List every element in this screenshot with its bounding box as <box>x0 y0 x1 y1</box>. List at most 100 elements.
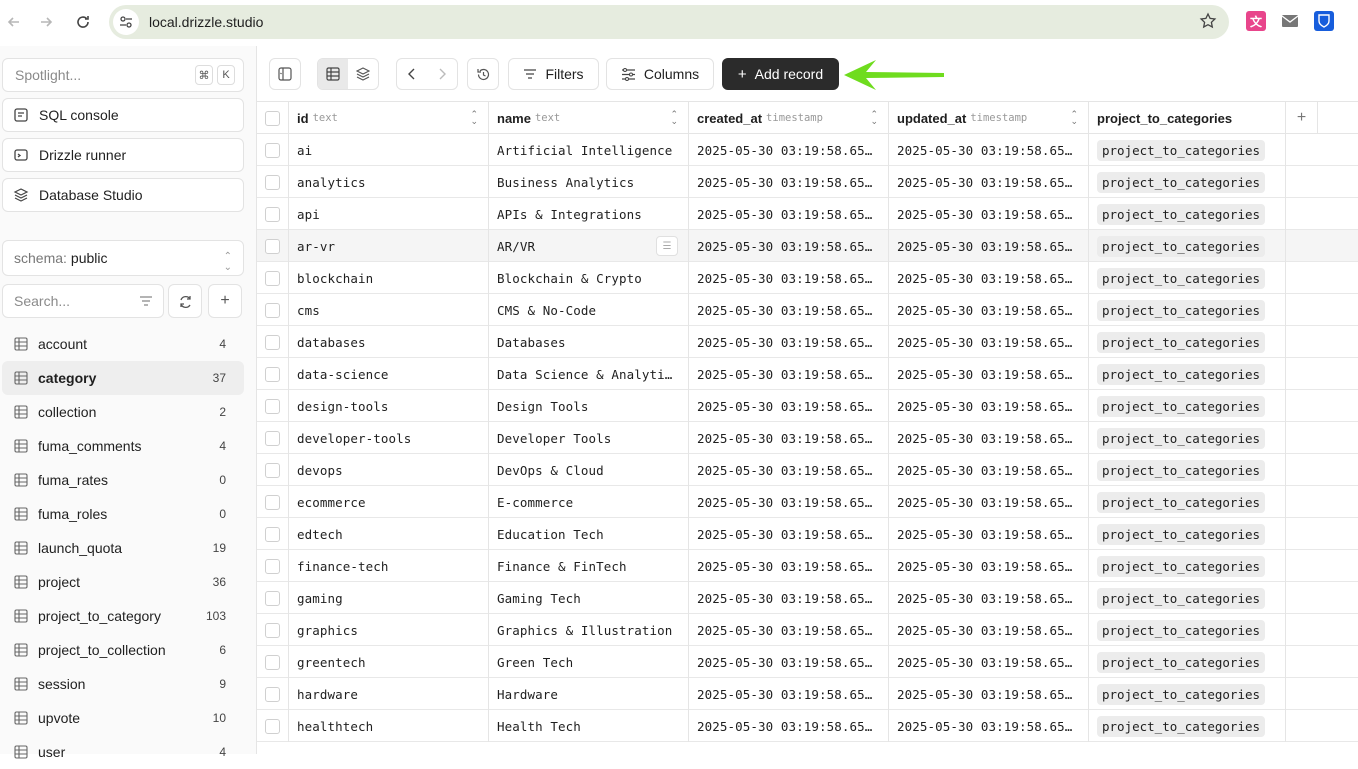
cell-project-to-categories[interactable]: project_to_categories <box>1089 614 1286 646</box>
bitwarden-extension-icon[interactable] <box>1314 11 1334 31</box>
filter-icon[interactable] <box>139 294 153 311</box>
relation-pill[interactable]: project_to_categories <box>1097 331 1266 353</box>
cell-id[interactable]: greentech <box>289 646 489 678</box>
columns-button[interactable]: Columns <box>606 58 714 90</box>
column-header-name[interactable]: name text ⌃ ⌄ <box>489 102 689 134</box>
cell-name[interactable]: CMS & No-Code <box>489 294 689 326</box>
cell-name[interactable]: Databases <box>489 326 689 358</box>
reload-icon[interactable] <box>71 10 95 34</box>
table-row[interactable]: healthtech Health Tech 2025-05-30 03:19:58… <box>257 710 1358 742</box>
add-table-button[interactable]: + <box>208 284 242 318</box>
table-row[interactable]: ai Artificial Intelligence 2025-05-30 03:1… <box>257 134 1358 166</box>
cell-created-at[interactable]: 2025-05-30 03:19:58.65… <box>689 358 889 390</box>
row-checkbox[interactable] <box>265 590 280 606</box>
cell-id[interactable]: data-science <box>289 358 489 390</box>
cell-name[interactable]: Developer Tools <box>489 422 689 454</box>
cell-project-to-categories[interactable]: project_to_categories <box>1089 358 1286 390</box>
cell-project-to-categories[interactable]: project_to_categories <box>1089 262 1286 294</box>
cell-name[interactable]: Design Tools <box>489 390 689 422</box>
table-row[interactable]: finance-tech Finance & FinTech 2025-05-30 … <box>257 550 1358 582</box>
cell-id[interactable]: api <box>289 198 489 230</box>
cell-updated-at[interactable]: 2025-05-30 03:19:58.65… <box>889 614 1089 646</box>
cell-created-at[interactable]: 2025-05-30 03:19:58.65… <box>689 454 889 486</box>
cell-project-to-categories[interactable]: project_to_categories <box>1089 582 1286 614</box>
cell-name[interactable]: DevOps & Cloud <box>489 454 689 486</box>
table-row[interactable]: edtech Education Tech 2025-05-30 03:19:58.… <box>257 518 1358 550</box>
table-row[interactable]: blockchain Blockchain & Crypto 2025-05-30 … <box>257 262 1358 294</box>
cell-project-to-categories[interactable]: project_to_categories <box>1089 454 1286 486</box>
row-checkbox[interactable] <box>265 142 280 158</box>
spotlight-search[interactable]: Spotlight... ⌘ K <box>2 58 244 92</box>
relation-pill[interactable]: project_to_categories <box>1097 171 1266 193</box>
cell-name[interactable]: Health Tech <box>489 710 689 742</box>
row-checkbox[interactable] <box>265 558 280 574</box>
row-checkbox[interactable] <box>265 654 280 670</box>
forward-arrow-icon[interactable] <box>34 10 58 34</box>
refresh-button[interactable] <box>168 284 202 318</box>
table-row[interactable]: greentech Green Tech 2025-05-30 03:19:58.6… <box>257 646 1358 678</box>
row-checkbox[interactable] <box>265 686 280 702</box>
table-row[interactable]: hardware Hardware 2025-05-30 03:19:58.65… 2… <box>257 678 1358 710</box>
filters-button[interactable]: Filters <box>508 58 599 90</box>
cell-id[interactable]: ar-vr <box>289 230 489 262</box>
cell-id[interactable]: finance-tech <box>289 550 489 582</box>
table-row[interactable]: design-tools Design Tools 2025-05-30 03:19… <box>257 390 1358 422</box>
cell-updated-at[interactable]: 2025-05-30 03:19:58.65… <box>889 230 1089 262</box>
cell-name[interactable]: Education Tech <box>489 518 689 550</box>
row-checkbox[interactable] <box>265 622 280 638</box>
row-checkbox[interactable] <box>265 462 280 478</box>
sidebar-table-item[interactable]: fuma_roles 0 <box>2 497 244 531</box>
sql-console-button[interactable]: SQL console <box>2 98 244 132</box>
cell-name[interactable]: Blockchain & Crypto <box>489 262 689 294</box>
drizzle-runner-button[interactable]: Drizzle runner <box>2 138 244 172</box>
relation-pill[interactable]: project_to_categories <box>1097 139 1266 161</box>
cell-created-at[interactable]: 2025-05-30 03:19:58.65… <box>689 422 889 454</box>
cell-updated-at[interactable]: 2025-05-30 03:19:58.65… <box>889 422 1089 454</box>
cell-updated-at[interactable]: 2025-05-30 03:19:58.65… <box>889 326 1089 358</box>
row-checkbox[interactable] <box>265 398 280 414</box>
relation-pill[interactable]: project_to_categories <box>1097 459 1266 481</box>
mail-extension-icon[interactable] <box>1280 11 1300 31</box>
toggle-sidebar-button[interactable] <box>269 58 301 90</box>
cell-created-at[interactable]: 2025-05-30 03:19:58.65… <box>689 294 889 326</box>
cell-project-to-categories[interactable]: project_to_categories <box>1089 198 1286 230</box>
cell-id[interactable]: developer-tools <box>289 422 489 454</box>
table-row[interactable]: data-science Data Science & Analyti… 2025-… <box>257 358 1358 390</box>
add-record-button[interactable]: + Add record <box>722 58 839 90</box>
cell-name[interactable]: AR/VR ☰ <box>489 230 689 262</box>
row-checkbox[interactable] <box>265 174 280 190</box>
cell-project-to-categories[interactable]: project_to_categories <box>1089 294 1286 326</box>
relation-pill[interactable]: project_to_categories <box>1097 491 1266 513</box>
cell-updated-at[interactable]: 2025-05-30 03:19:58.65… <box>889 518 1089 550</box>
translate-extension-icon[interactable]: 文 <box>1246 11 1266 31</box>
cell-id[interactable]: devops <box>289 454 489 486</box>
cell-id[interactable]: ecommerce <box>289 486 489 518</box>
cell-updated-at[interactable]: 2025-05-30 03:19:58.65… <box>889 678 1089 710</box>
column-header-project-to-categories[interactable]: project_to_categories <box>1089 102 1286 134</box>
cell-project-to-categories[interactable]: project_to_categories <box>1089 422 1286 454</box>
url-text[interactable]: local.drizzle.studio <box>149 14 263 30</box>
site-info-icon[interactable] <box>113 9 139 35</box>
history-button[interactable] <box>467 58 499 90</box>
relation-pill[interactable]: project_to_categories <box>1097 267 1266 289</box>
sidebar-table-item[interactable]: fuma_comments 4 <box>2 429 244 463</box>
row-checkbox[interactable] <box>265 270 280 286</box>
cell-id[interactable]: edtech <box>289 518 489 550</box>
relation-pill[interactable]: project_to_categories <box>1097 555 1266 577</box>
cell-created-at[interactable]: 2025-05-30 03:19:58.65… <box>689 582 889 614</box>
cell-project-to-categories[interactable]: project_to_categories <box>1089 678 1286 710</box>
cell-created-at[interactable]: 2025-05-30 03:19:58.65… <box>689 486 889 518</box>
row-checkbox[interactable] <box>265 366 280 382</box>
layers-view-icon[interactable] <box>348 59 378 89</box>
cell-id[interactable]: gaming <box>289 582 489 614</box>
row-checkbox[interactable] <box>265 494 280 510</box>
relation-pill[interactable]: project_to_categories <box>1097 395 1266 417</box>
add-column-button[interactable]: + <box>1286 102 1318 134</box>
cell-name[interactable]: Graphics & Illustration <box>489 614 689 646</box>
table-row[interactable]: databases Databases 2025-05-30 03:19:58.65… <box>257 326 1358 358</box>
cell-updated-at[interactable]: 2025-05-30 03:19:58.65… <box>889 390 1089 422</box>
cell-name[interactable]: Gaming Tech <box>489 582 689 614</box>
relation-pill[interactable]: project_to_categories <box>1097 363 1266 385</box>
previous-page-icon[interactable] <box>397 59 427 89</box>
table-row[interactable]: api APIs & Integrations 2025-05-30 03:19:5… <box>257 198 1358 230</box>
